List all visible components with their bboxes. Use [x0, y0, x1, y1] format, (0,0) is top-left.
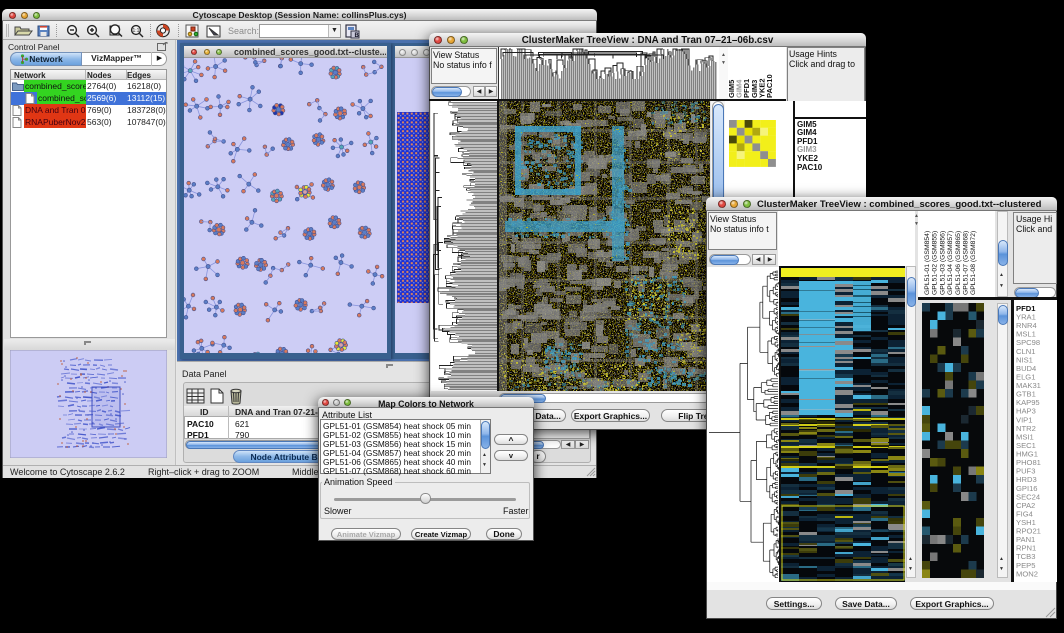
svg-text:GPL51-08 (GSM872): GPL51-08 (GSM872)	[970, 231, 977, 295]
svg-text:GPL51-06 (GSM865): GPL51-06 (GSM865)	[955, 231, 962, 295]
svg-text:GPL51-03 (GSM856): GPL51-03 (GSM856)	[939, 231, 946, 295]
svg-text:B: B	[355, 33, 360, 39]
svg-text:GPL51-02 (GSM855): GPL51-02 (GSM855)	[932, 231, 939, 295]
svg-text:1:1: 1:1	[133, 28, 140, 34]
svg-text:GPL51-04 (GSM857): GPL51-04 (GSM857)	[947, 231, 954, 295]
svg-text:MON2: MON2	[1016, 569, 1038, 578]
svg-text:GPL51-01 (GSM854): GPL51-01 (GSM854)	[924, 231, 931, 295]
svg-text:GPL51-07 (GSM868): GPL51-07 (GSM868)	[963, 231, 970, 295]
svg-text:PAC10: PAC10	[765, 74, 774, 98]
